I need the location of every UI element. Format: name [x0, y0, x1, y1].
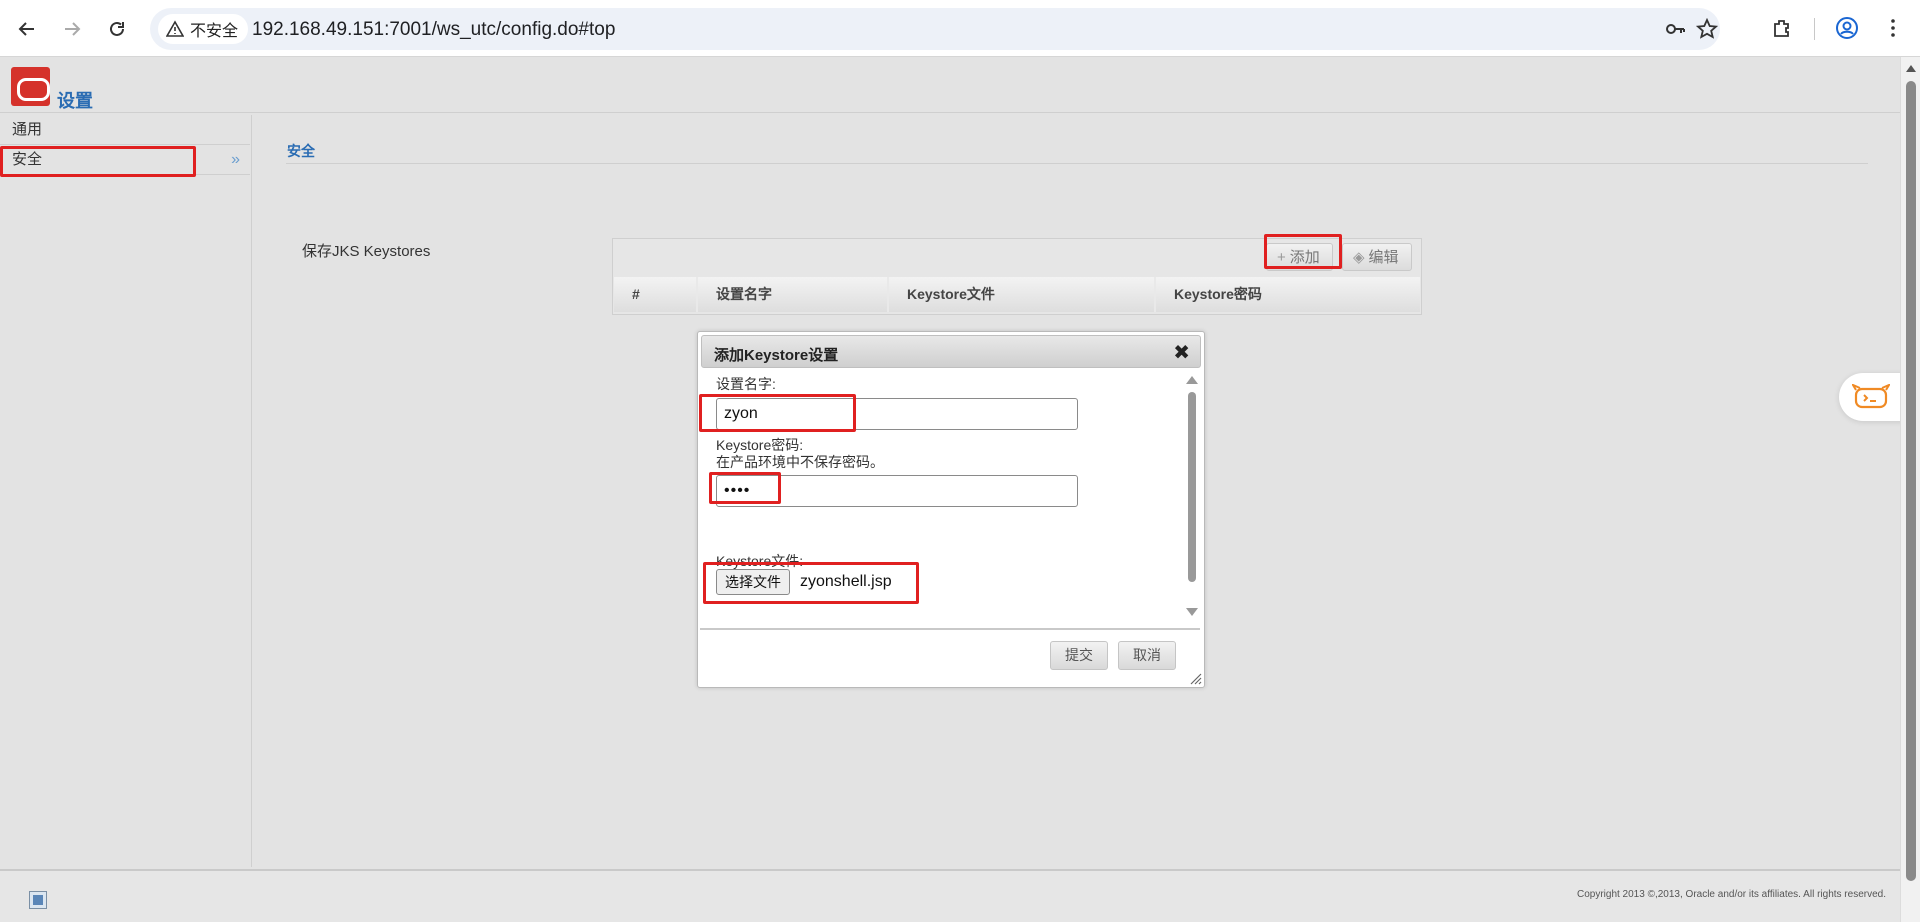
security-label: 不安全 — [190, 23, 239, 40]
scroll-up-arrow-icon[interactable] — [1186, 376, 1198, 384]
add-button-label: 添加 — [1289, 249, 1320, 266]
column-header[interactable]: 设置名字 — [698, 277, 889, 312]
extensions-icon[interactable] — [1770, 16, 1794, 40]
address-bar[interactable]: 不安全 192.168.49.151:7001/ws_utc/config.do… — [150, 8, 1720, 50]
bot-icon — [1852, 384, 1890, 409]
password-hint: 在产品环境中不保存密码。 — [716, 454, 884, 470]
sidebar-item-label: 通用 — [12, 121, 43, 138]
key-icon[interactable] — [1664, 18, 1686, 40]
scroll-down-arrow-icon[interactable] — [1186, 608, 1198, 616]
keystores-table: + 添加 ◈ 编辑 # 设置名字 Keystore文件 Keystore密码 — [612, 238, 1422, 315]
dialog-title-bar[interactable]: 添加Keystore设置 ✖ — [701, 335, 1201, 368]
dialog-footer-divider — [700, 628, 1200, 630]
tag-icon: ◈ — [1353, 249, 1365, 266]
keystores-label: 保存JKS Keystores — [302, 243, 431, 260]
page-title: 设置 — [57, 91, 93, 111]
warning-icon — [166, 20, 184, 37]
star-icon[interactable] — [1696, 18, 1718, 40]
url-text: 192.168.49.151:7001/ws_utc/config.do#top — [252, 19, 616, 40]
dialog-scrollbar[interactable] — [1186, 372, 1198, 622]
close-icon[interactable]: ✖ — [1173, 340, 1190, 365]
arrow-left-icon — [18, 22, 34, 36]
column-header[interactable]: Keystore文件 — [889, 277, 1156, 312]
forward-button[interactable] — [55, 12, 89, 46]
plus-icon: + — [1277, 249, 1286, 266]
scroll-up-arrow-icon[interactable] — [1906, 65, 1916, 72]
browser-toolbar: 不安全 192.168.49.151:7001/ws_utc/config.do… — [0, 0, 1920, 57]
name-label: 设置名字: — [716, 376, 776, 392]
password-field[interactable]: •••• — [716, 475, 1078, 507]
arrow-right-icon — [65, 22, 81, 36]
copyright-text: Copyright 2013 ©,2013, Oracle and/or its… — [1576, 889, 1886, 900]
add-keystore-dialog: 添加Keystore设置 ✖ 设置名字: zyon Keystore密码: 在产… — [697, 331, 1205, 688]
section-title: 安全 — [287, 143, 315, 159]
cancel-button[interactable]: 取消 — [1118, 641, 1176, 670]
choose-file-button[interactable]: 选择文件 — [716, 569, 790, 595]
sidebar-item-general[interactable]: 通用 — [0, 115, 250, 145]
resize-grip-icon[interactable] — [1190, 673, 1202, 685]
dialog-body: 设置名字: zyon Keystore密码: 在产品环境中不保存密码。 ••••… — [698, 372, 1198, 628]
submit-button[interactable]: 提交 — [1050, 641, 1108, 670]
page-scrollbar[interactable] — [1900, 57, 1920, 922]
menu-kebab-icon[interactable] — [1881, 16, 1905, 40]
reload-button[interactable] — [100, 12, 134, 46]
file-label: Keystore文件: — [716, 553, 804, 569]
reload-icon — [110, 21, 124, 36]
toolbar-divider — [1814, 18, 1815, 40]
column-header[interactable]: # — [614, 277, 698, 312]
table-header-row: # 设置名字 Keystore文件 Keystore密码 — [614, 277, 1420, 312]
sidebar: 通用 安全 » — [0, 115, 252, 867]
window-icon[interactable] — [29, 891, 47, 909]
dialog-title: 添加Keystore设置 — [714, 347, 839, 364]
double-chevron-right-icon: » — [231, 151, 240, 168]
profile-icon[interactable] — [1835, 16, 1859, 40]
security-indicator[interactable]: 不安全 — [158, 14, 249, 44]
oracle-logo — [11, 67, 50, 106]
footer: Copyright 2013 ©,2013, Oracle and/or its… — [0, 869, 1900, 922]
edit-button-label: 编辑 — [1368, 249, 1399, 266]
sidebar-item-label: 安全 — [12, 151, 43, 168]
add-button[interactable]: + 添加 — [1266, 243, 1333, 271]
section-divider — [286, 163, 1868, 164]
back-button[interactable] — [10, 12, 44, 46]
edit-button[interactable]: ◈ 编辑 — [1342, 243, 1412, 271]
sidebar-item-security[interactable]: 安全 » — [0, 145, 250, 175]
selected-file-name: zyonshell.jsp — [800, 573, 892, 590]
app-header: 设置 — [0, 57, 1900, 113]
scroll-thumb[interactable] — [1906, 81, 1916, 881]
scroll-thumb[interactable] — [1188, 392, 1196, 582]
name-field[interactable]: zyon — [716, 398, 1078, 430]
column-header[interactable]: Keystore密码 — [1156, 277, 1420, 312]
